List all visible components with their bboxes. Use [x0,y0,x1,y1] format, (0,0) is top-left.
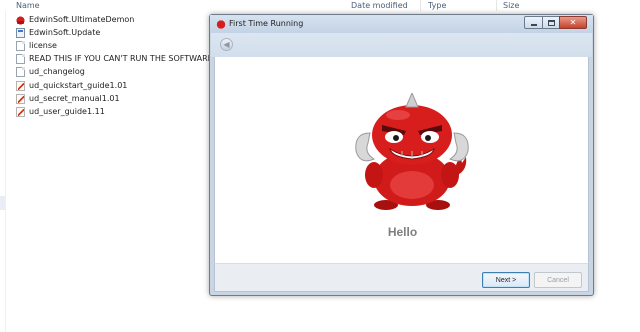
next-button[interactable]: Next > [482,272,530,288]
file-list: EdwinSoft.UltimateDemon EdwinSoft.Update… [16,13,213,119]
file-row[interactable]: ud_secret_manual1.01 [16,92,213,105]
file-row[interactable]: ud_changelog [16,66,213,79]
wizard-content: Hello [214,57,589,263]
file-row[interactable]: ud_user_guide1.11 [16,105,213,118]
text-file-icon [16,40,25,51]
close-button[interactable]: ✕ [559,16,587,29]
file-row[interactable]: EdwinSoft.Update [16,26,213,39]
demon-app-icon [16,14,25,25]
text-file-icon [16,67,25,78]
navigation-pane-edge [0,11,6,332]
column-separator[interactable] [420,0,421,11]
window-controls: ✕ [524,16,587,29]
greeting-text: Hello [387,225,418,239]
back-button[interactable]: ◀ [220,38,233,51]
file-row[interactable]: license [16,39,213,52]
column-header: Name Date modified Type Size [0,0,640,11]
pdf-file-icon [16,80,25,91]
executable-icon [16,27,25,38]
column-size[interactable]: Size [503,0,519,11]
file-name: license [29,40,57,50]
file-name: EdwinSoft.Update [29,27,101,37]
column-name[interactable]: Name [16,0,40,11]
file-name: ud_quickstart_guide1.01 [29,80,128,90]
file-name: ud_changelog [29,67,85,77]
file-row[interactable]: READ THIS IF YOU CAN'T RUN THE SOFTWARE [16,53,213,66]
cancel-button[interactable]: Cancel [534,272,582,288]
pdf-file-icon [16,106,25,117]
minimize-button[interactable] [524,16,542,29]
file-row[interactable]: EdwinSoft.UltimateDemon [16,13,213,26]
maximize-button[interactable] [542,16,559,29]
wizard-footer: Next > Cancel [214,263,589,292]
column-separator[interactable] [496,0,497,11]
file-name: READ THIS IF YOU CAN'T RUN THE SOFTWARE [29,54,213,64]
pdf-file-icon [16,93,25,104]
file-name: ud_secret_manual1.01 [29,93,120,103]
file-name: EdwinSoft.UltimateDemon [29,14,135,24]
first-time-running-dialog: First Time Running ✕ ◀ Hello Next > Canc… [209,14,594,296]
maximize-icon [547,19,555,26]
back-arrow-icon: ◀ [223,40,230,49]
pane-splitter[interactable] [0,196,5,210]
wizard-nav-bar: ◀ [211,33,592,57]
text-file-icon [16,54,25,65]
column-type[interactable]: Type [428,0,446,11]
dialog-title: First Time Running [229,19,304,28]
column-date-modified[interactable]: Date modified [351,0,408,11]
file-row[interactable]: ud_quickstart_guide1.01 [16,79,213,92]
minimize-icon [530,24,537,26]
demon-app-icon [216,19,226,29]
file-name: ud_user_guide1.11 [29,106,105,116]
close-icon: ✕ [569,18,577,27]
dialog-title-bar[interactable]: First Time Running ✕ [210,15,593,33]
red-demon-mascot [355,93,469,210]
